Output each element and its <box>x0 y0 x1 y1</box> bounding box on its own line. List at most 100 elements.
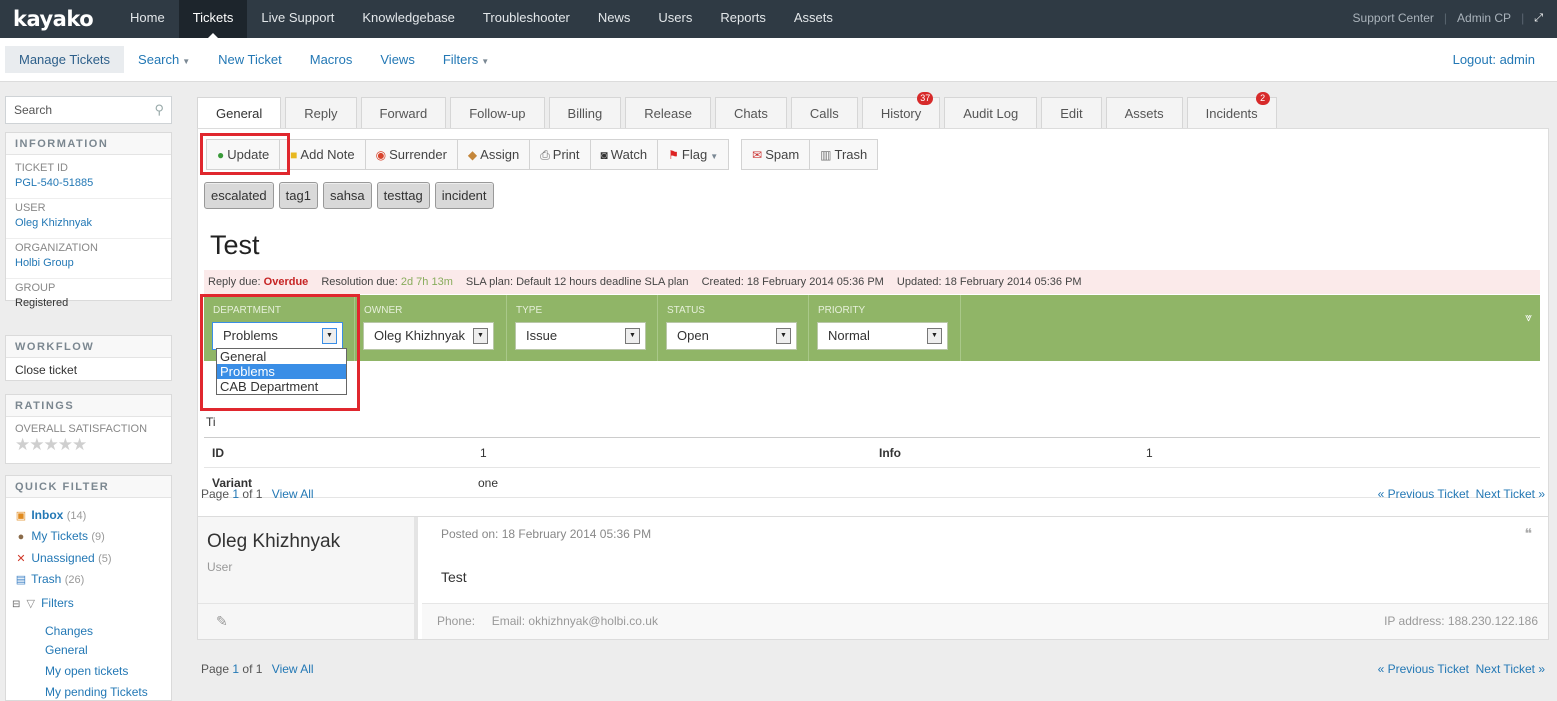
chevron-down-icon: ▼ <box>776 328 791 344</box>
filter-changes[interactable]: Changes <box>45 624 93 638</box>
filter-my-pending-tickets[interactable]: My pending Tickets <box>45 685 148 699</box>
nav-knowledgebase[interactable]: Knowledgebase <box>348 0 469 38</box>
chevron-down-icon: ▼ <box>625 328 640 344</box>
tab-incidents[interactable]: Incidents 2 <box>1186 92 1277 128</box>
expand-icon[interactable]: ⤢ <box>1534 0 1543 38</box>
sidebar-search-input[interactable]: Search ⚲ <box>5 96 172 124</box>
previous-ticket-link[interactable]: « Previous Ticket <box>1378 487 1469 501</box>
logout-link[interactable]: Logout: admin <box>1453 52 1535 67</box>
close-ticket-link[interactable]: Close ticket <box>6 358 171 382</box>
tab-forward[interactable]: Forward <box>360 97 447 128</box>
tag-sahsa[interactable]: sahsa <box>322 182 372 209</box>
collapse-properties-icon[interactable]: ⩔ <box>1525 310 1532 325</box>
manage-tickets-link[interactable]: Manage Tickets <box>5 46 125 73</box>
filter-general[interactable]: General <box>45 643 88 657</box>
view-all-link[interactable]: View All <box>272 662 314 676</box>
tab-follow-up[interactable]: Follow-up <box>450 97 545 128</box>
support-center-link[interactable]: Support Center <box>1353 0 1434 38</box>
priority-label: PRIORITY <box>818 305 866 316</box>
filter-trash-count: (26) <box>64 574 85 586</box>
sub-navigation-bar: Manage Tickets Search ▼ New Ticket Macros… <box>0 38 1557 82</box>
watch-button[interactable]: ◙ Watch <box>590 139 659 170</box>
next-ticket-link[interactable]: Next Ticket » <box>1476 487 1545 501</box>
owner-select[interactable]: Oleg Khizhnyak ▼ <box>363 322 494 350</box>
add-note-button[interactable]: ■ Add Note <box>280 139 366 170</box>
search-menu[interactable]: Search ▼ <box>124 46 204 73</box>
new-ticket-link[interactable]: New Ticket <box>204 46 296 73</box>
tab-audit-log[interactable]: Audit Log <box>944 97 1038 128</box>
panel-header: WORKFLOW <box>6 336 171 358</box>
flag-icon: ⚑ <box>668 148 679 162</box>
kayako-logo[interactable]: kayako <box>13 7 94 31</box>
macros-link[interactable]: Macros <box>296 46 367 73</box>
nav-news[interactable]: News <box>584 0 645 38</box>
page-total: 1 <box>255 487 263 501</box>
tag-incident[interactable]: incident <box>434 182 494 209</box>
filters-tree[interactable]: ⊟ ▽ Filters <box>12 596 74 610</box>
top-navigation-bar: kayako Home Tickets Live Support Knowled… <box>0 0 1557 39</box>
tab-reply[interactable]: Reply <box>285 97 357 128</box>
filter-my-open-tickets[interactable]: My open tickets <box>45 664 128 678</box>
filter-inbox[interactable]: ▣ Inbox (14) <box>14 508 86 522</box>
tab-label: Incidents <box>1205 106 1258 121</box>
filter-trash-label: Trash <box>31 572 62 586</box>
views-link[interactable]: Views <box>366 46 428 73</box>
tab-chats[interactable]: Chats <box>714 97 787 128</box>
assign-button[interactable]: ◆ Assign <box>457 139 531 170</box>
ticket-toolbar: ● Update ■ Add Note ◉ Surrender ◆ Assign ⎙ Pr… <box>206 139 879 170</box>
filter-my-tickets[interactable]: ● My Tickets (9) <box>14 529 105 543</box>
status-select[interactable]: Open ▼ <box>666 322 797 350</box>
filters-menu[interactable]: Filters ▼ <box>429 46 503 73</box>
spam-button[interactable]: ✉ Spam <box>741 139 811 170</box>
previous-ticket-link[interactable]: « Previous Ticket <box>1378 662 1469 676</box>
nav-reports[interactable]: Reports <box>706 0 780 38</box>
edit-post-icon[interactable]: ✎ <box>216 613 228 630</box>
post-date: Posted on: 18 February 2014 05:36 PM <box>441 527 652 541</box>
tag-escalated[interactable]: escalated <box>204 182 274 209</box>
tag-tag1[interactable]: tag1 <box>278 182 318 209</box>
organization-link[interactable]: Holbi Group <box>6 257 171 269</box>
quote-icon[interactable]: ❝ <box>1524 525 1532 542</box>
filter-unassigned[interactable]: ✕ Unassigned (5) <box>14 551 111 565</box>
nav-home[interactable]: Home <box>116 0 179 38</box>
field-value: 1 <box>1146 446 1153 460</box>
view-all-link[interactable]: View All <box>272 487 314 501</box>
search-icon[interactable]: ⚲ <box>154 97 164 123</box>
owner-label: OWNER <box>364 305 403 316</box>
updated-date: Updated: 18 February 2014 05:36 PM <box>896 276 1082 288</box>
collapse-icon[interactable]: ⊟ <box>12 599 20 610</box>
tab-edit[interactable]: Edit <box>1041 97 1102 128</box>
tag-testtag[interactable]: testtag <box>376 182 430 209</box>
chevron-down-icon: ▼ <box>927 328 942 344</box>
surrender-button[interactable]: ◉ Surrender <box>365 139 458 170</box>
nav-assets[interactable]: Assets <box>780 0 847 38</box>
tab-release[interactable]: Release <box>625 97 711 128</box>
flag-button[interactable]: ⚑ Flag ▼ <box>658 139 730 170</box>
tab-history[interactable]: History 37 <box>861 92 941 128</box>
star-rating[interactable]: ★★★★★ <box>6 435 171 455</box>
nav-tickets[interactable]: Tickets <box>178 0 248 39</box>
ticket-id-value[interactable]: PGL-540-51885 <box>6 177 171 189</box>
nav-users[interactable]: Users <box>644 0 706 38</box>
trash-icon: ▤ <box>15 574 27 586</box>
nav-live-support[interactable]: Live Support <box>247 0 348 38</box>
ticket-navigation-top: « Previous Ticket Next Ticket » <box>1378 487 1545 501</box>
user-link[interactable]: Oleg Khizhnyak <box>6 217 171 229</box>
page-label: Page <box>201 487 230 501</box>
nav-troubleshooter[interactable]: Troubleshooter <box>469 0 584 38</box>
next-ticket-link[interactable]: Next Ticket » <box>1476 662 1545 676</box>
filter-trash[interactable]: ▤ Trash (26) <box>14 572 84 586</box>
tab-general[interactable]: General <box>197 97 282 128</box>
type-select[interactable]: Issue ▼ <box>515 322 646 350</box>
tab-label: Chats <box>733 106 768 121</box>
trash-button[interactable]: ▥ Trash <box>810 139 879 170</box>
panel-header: QUICK FILTER <box>6 476 171 498</box>
priority-select[interactable]: Normal ▼ <box>817 322 948 350</box>
tab-label: Billing <box>567 106 603 121</box>
binoculars-icon: ◙ <box>600 148 608 162</box>
tab-billing[interactable]: Billing <box>548 97 622 128</box>
tab-assets[interactable]: Assets <box>1105 97 1183 128</box>
admin-cp-link[interactable]: Admin CP <box>1457 0 1511 38</box>
print-button[interactable]: ⎙ Print <box>530 139 591 170</box>
tab-calls[interactable]: Calls <box>790 97 858 128</box>
